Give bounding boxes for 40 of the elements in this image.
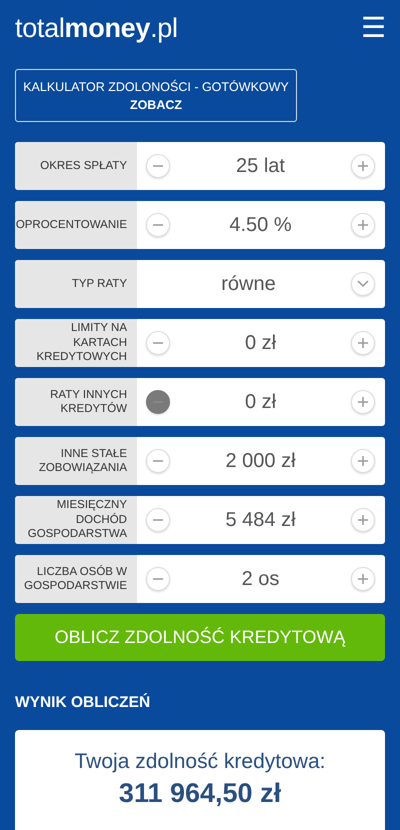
select-value[interactable]: równe (146, 272, 351, 296)
field-label: LIMITY NA KARTACH KREDYTOWYCH (15, 319, 137, 367)
result-amount: 311 964,50 zł (118, 778, 282, 809)
field-label: MIESIĘCZNY DOCHÓD GOSPODARSTWA (15, 496, 137, 544)
field-value[interactable]: 0 zł (170, 390, 351, 414)
field-label: RATY INNYCH KREDYTÓW (15, 378, 137, 426)
field-value[interactable]: 2 os (170, 568, 351, 590)
calculator-link-box[interactable]: KALKULATOR ZDOLONOŚCI - GOTÓWKOWY ZOBACZ (15, 69, 297, 122)
increase-button[interactable] (351, 449, 375, 473)
field-value[interactable]: 0 zł (170, 332, 351, 354)
plus-icon (357, 219, 369, 231)
dropdown-button[interactable] (351, 272, 375, 296)
promo-link[interactable]: ZOBACZ (130, 98, 182, 112)
field-label: INNE STAŁE ZOBOWIĄZANIA (15, 437, 137, 485)
increase-button[interactable] (351, 567, 375, 591)
plus-icon (357, 396, 369, 408)
increase-button[interactable] (351, 213, 375, 237)
field-value[interactable]: 5 484 zł (170, 508, 351, 532)
plus-icon (357, 160, 369, 172)
result-caption: Twoja zdolność kredytowa: (74, 750, 326, 774)
plus-icon (357, 337, 369, 349)
section-heading: WYNIK OBLICZEŃ (15, 694, 152, 712)
field-value[interactable]: 25 lat (170, 154, 351, 178)
field-label: TYP RATY (15, 260, 137, 308)
menu-button[interactable]: ☰ (361, 14, 386, 42)
field-label: OPROCENTOWANIE (15, 201, 137, 249)
promo-title: KALKULATOR ZDOLONOŚCI - GOTÓWKOWY (23, 80, 289, 94)
increase-button[interactable] (351, 331, 375, 355)
plus-icon (357, 455, 369, 467)
field-value[interactable]: 2 000 zł (170, 450, 351, 472)
chevron-down-icon (357, 280, 369, 288)
plus-icon (357, 514, 369, 526)
increase-button[interactable] (351, 508, 375, 532)
field-value[interactable]: 4.50 % (170, 214, 351, 236)
logo[interactable]: totalmoney.pl (15, 12, 178, 44)
increase-button[interactable] (351, 154, 375, 178)
plus-icon (357, 573, 369, 585)
field-label: OKRES SPŁATY (15, 142, 137, 190)
increase-button[interactable] (351, 390, 375, 414)
field-label: LICZBA OSÓB W GOSPODARSTWIE (15, 555, 137, 603)
